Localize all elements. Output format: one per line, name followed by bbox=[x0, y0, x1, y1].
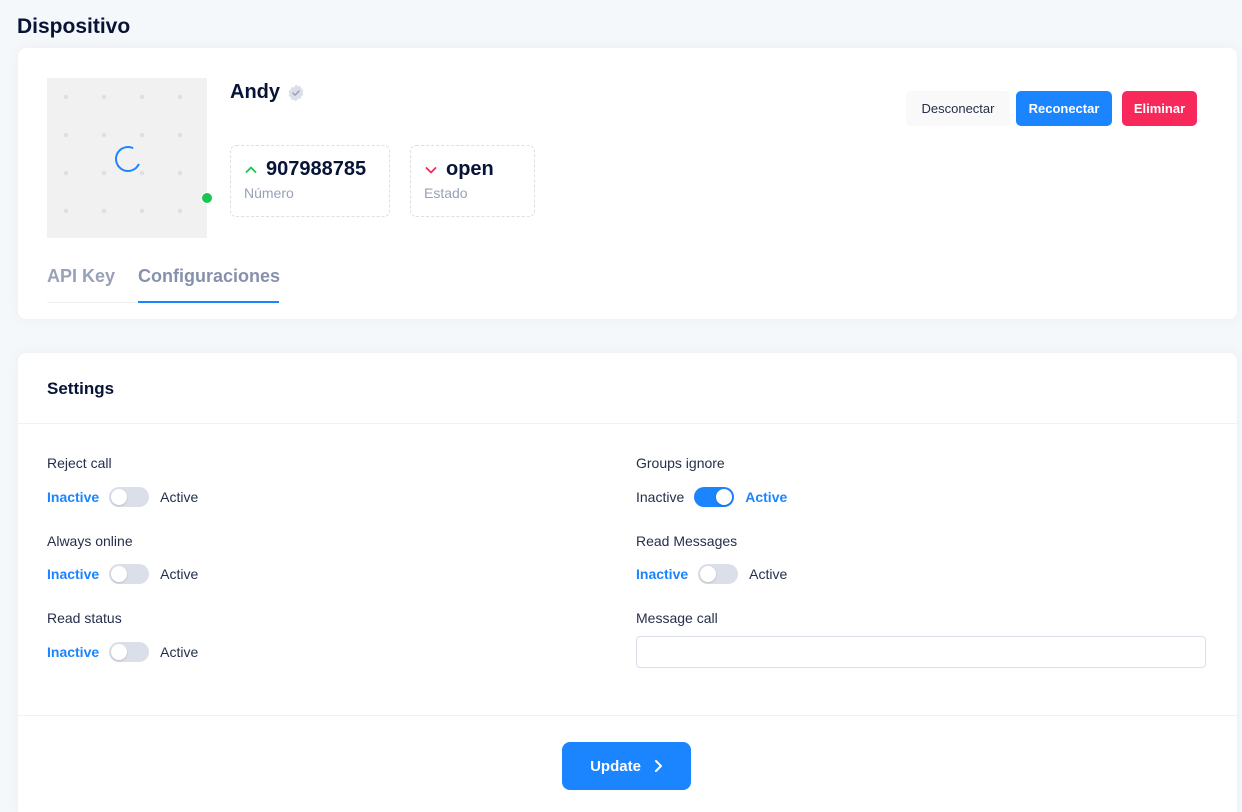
message-call-label: Message call bbox=[636, 610, 718, 626]
device-card: Andy 907988785 Número open Estado Descon… bbox=[18, 48, 1237, 319]
groups-ignore-toggle-row: Inactive Active bbox=[636, 487, 787, 507]
reject-call-inactive[interactable]: Inactive bbox=[47, 489, 99, 505]
delete-button[interactable]: Eliminar bbox=[1122, 91, 1197, 126]
groups-ignore-active[interactable]: Active bbox=[745, 489, 787, 505]
reject-call-label: Reject call bbox=[47, 455, 112, 471]
read-messages-toggle-row: Inactive Active bbox=[636, 564, 787, 584]
qr-code-placeholder bbox=[47, 78, 207, 238]
loading-spinner-icon bbox=[111, 142, 145, 176]
tab-api-key[interactable]: API Key bbox=[47, 266, 115, 299]
stat-state-value: open bbox=[446, 158, 494, 180]
always-online-toggle-row: Inactive Active bbox=[47, 564, 198, 584]
always-online-inactive[interactable]: Inactive bbox=[47, 566, 99, 582]
stat-number: 907988785 Número bbox=[230, 145, 390, 217]
settings-header: Settings bbox=[18, 353, 1237, 424]
read-status-active[interactable]: Active bbox=[160, 644, 198, 660]
always-online-active[interactable]: Active bbox=[160, 566, 198, 582]
stat-state: open Estado bbox=[410, 145, 535, 217]
reject-call-active[interactable]: Active bbox=[160, 489, 198, 505]
disconnect-button[interactable]: Desconectar bbox=[906, 91, 1010, 126]
tab-configuraciones[interactable]: Configuraciones bbox=[138, 266, 280, 303]
groups-ignore-switch[interactable] bbox=[694, 487, 735, 507]
read-messages-inactive[interactable]: Inactive bbox=[636, 566, 688, 582]
online-status-dot bbox=[201, 192, 213, 204]
device-name: Andy bbox=[230, 81, 306, 104]
chevron-right-icon bbox=[654, 760, 662, 772]
tab-bar: API Key Configuraciones bbox=[47, 266, 280, 303]
read-messages-active[interactable]: Active bbox=[749, 566, 787, 582]
stat-number-label: Número bbox=[244, 185, 294, 201]
arrow-up-icon bbox=[245, 166, 257, 173]
always-online-label: Always online bbox=[47, 533, 133, 549]
read-status-switch[interactable] bbox=[109, 642, 150, 662]
reject-call-switch[interactable] bbox=[109, 487, 150, 507]
read-messages-switch[interactable] bbox=[698, 564, 739, 584]
settings-card: Settings Reject call Inactive Active Alw… bbox=[18, 353, 1237, 812]
reconnect-button[interactable]: Reconectar bbox=[1016, 91, 1112, 126]
message-call-input[interactable] bbox=[636, 636, 1206, 668]
groups-ignore-label: Groups ignore bbox=[636, 455, 725, 471]
reject-call-toggle-row: Inactive Active bbox=[47, 487, 198, 507]
stat-state-label: Estado bbox=[424, 185, 468, 201]
read-status-toggle-row: Inactive Active bbox=[47, 642, 198, 662]
read-status-inactive[interactable]: Inactive bbox=[47, 644, 99, 660]
arrow-down-icon bbox=[425, 166, 437, 173]
device-name-text: Andy bbox=[230, 81, 280, 103]
stat-number-value: 907988785 bbox=[266, 158, 367, 180]
update-button[interactable]: Update bbox=[562, 742, 691, 790]
verified-badge-icon bbox=[288, 84, 304, 101]
read-status-label: Read status bbox=[47, 610, 122, 626]
groups-ignore-inactive[interactable]: Inactive bbox=[636, 489, 684, 505]
settings-title: Settings bbox=[47, 379, 115, 398]
read-messages-label: Read Messages bbox=[636, 533, 738, 549]
page-title: Dispositivo bbox=[17, 15, 131, 38]
footer-divider bbox=[18, 715, 1237, 716]
always-online-switch[interactable] bbox=[109, 564, 150, 584]
update-button-label: Update bbox=[590, 757, 641, 775]
